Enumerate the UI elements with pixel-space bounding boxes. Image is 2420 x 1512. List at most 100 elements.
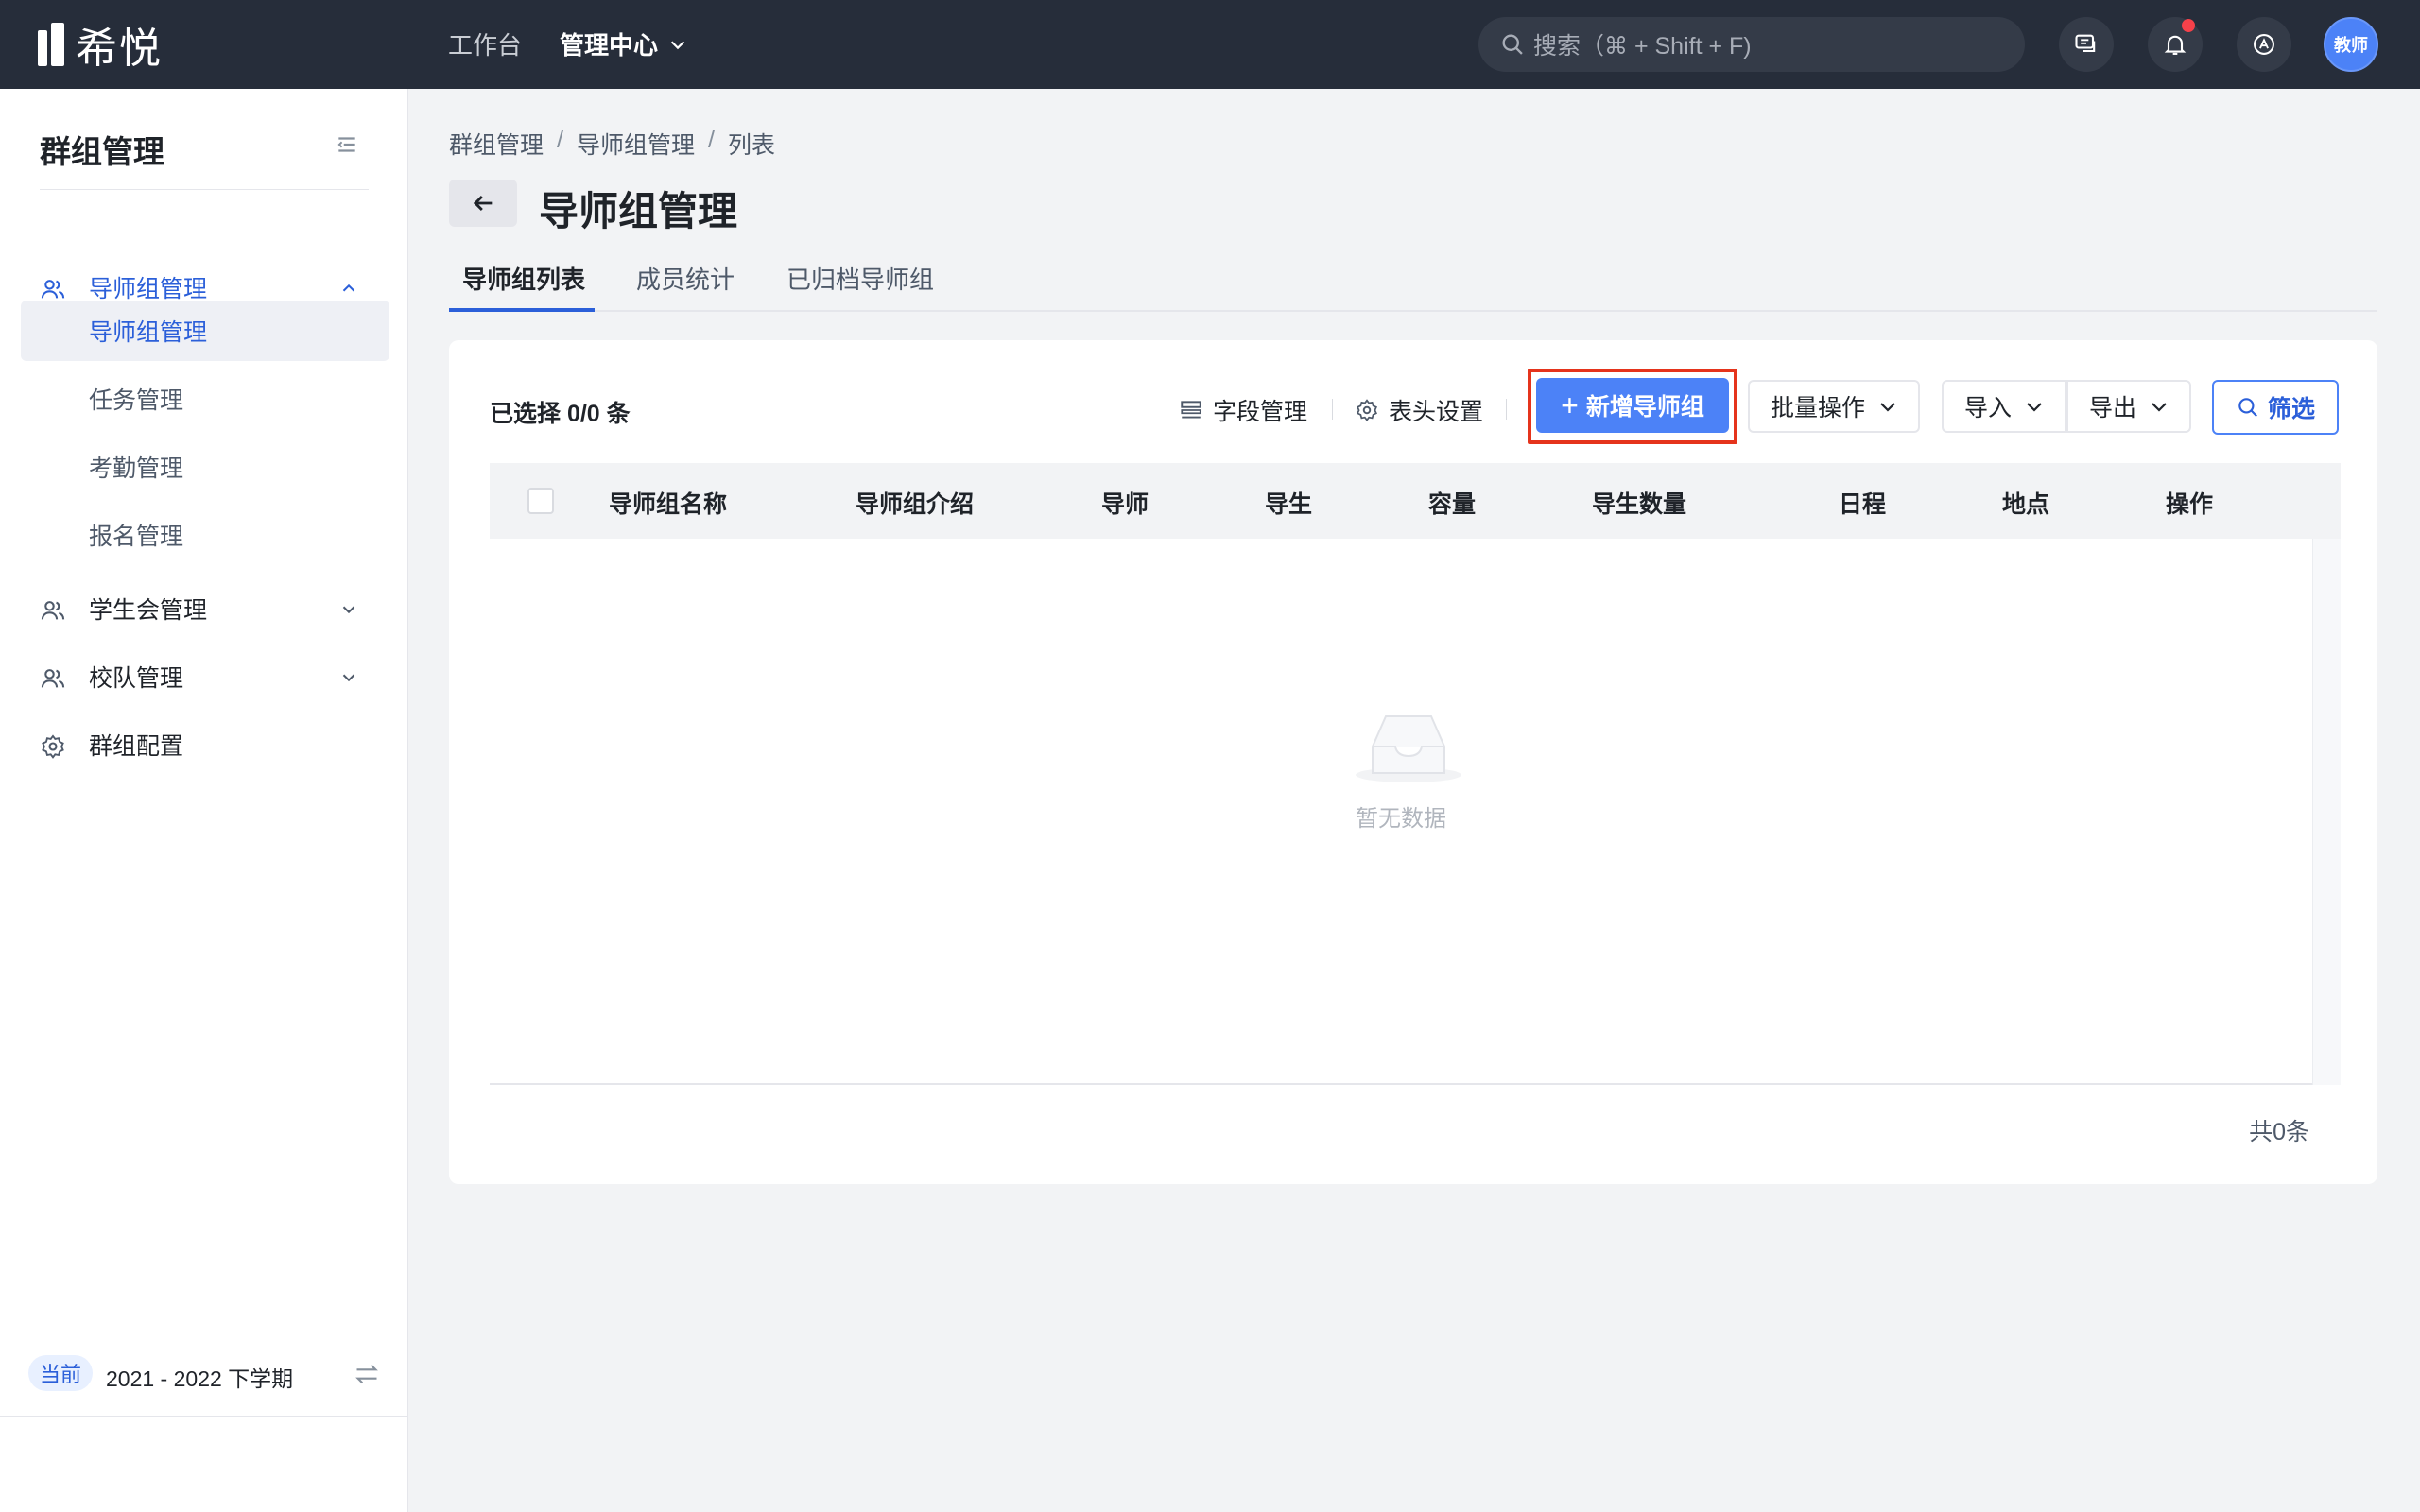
sidebar-divider <box>40 189 369 190</box>
field-management-button[interactable]: 字段管理 <box>1179 393 1307 427</box>
import-dropdown[interactable]: 导入 <box>1942 380 2067 433</box>
toolbar-divider <box>1332 399 1333 420</box>
nav-admin-center[interactable]: 管理中心 <box>560 26 688 61</box>
header-settings-button[interactable]: 表头设置 <box>1355 393 1483 427</box>
logo-mark-icon <box>38 23 66 66</box>
chevron-down-icon <box>670 40 685 49</box>
column-header-mentee-count[interactable]: 导生数量 <box>1592 486 1686 520</box>
active-tab-indicator <box>449 308 595 312</box>
plus-icon: + <box>1561 388 1579 422</box>
vertical-scrollbar[interactable] <box>2312 539 2341 1085</box>
tab-mentor-group-list[interactable]: 导师组列表 <box>462 261 585 296</box>
gear-icon <box>42 734 64 759</box>
sidebar-sub-item-mentor-group[interactable]: 导师组管理 <box>21 301 389 361</box>
app-logo[interactable]: 希悦 <box>38 21 163 72</box>
column-header-mentor[interactable]: 导师 <box>1101 486 1149 520</box>
empty-state-text: 暂无数据 <box>1356 806 1446 832</box>
breadcrumb-item-current: 列表 <box>727 132 775 159</box>
users-icon <box>41 280 65 299</box>
list-card: 已选择 0/0 条 字段管理 表头设置 + 新增导师组 批量操作 导入 导出 筛… <box>449 340 2377 1184</box>
table-header: 导师组名称 导师组介绍 导师 导生 容量 导生数量 日程 地点 操作 <box>490 463 2341 539</box>
column-header-capacity[interactable]: 容量 <box>1428 486 1476 520</box>
sidebar-item-label: 学生会管理 <box>89 597 208 624</box>
collapse-menu-icon <box>337 137 355 152</box>
column-header-group-intro[interactable]: 导师组介绍 <box>856 486 974 520</box>
notification-dot <box>2182 19 2195 32</box>
sidebar: 群组管理 导师组管理 导师组管理 任务管理 考勤管理 报名管理 学生会管理 校队… <box>0 89 408 1512</box>
current-term: 2021 - 2022 下学期 <box>106 1366 294 1391</box>
column-header-mentee[interactable]: 导生 <box>1265 486 1312 520</box>
sidebar-item-label: 校队管理 <box>89 665 184 692</box>
field-management-label: 字段管理 <box>1213 399 1308 425</box>
sidebar-footer-divider <box>0 1416 408 1417</box>
header-settings-label: 表头设置 <box>1389 399 1484 425</box>
message-icon <box>2075 34 2096 53</box>
export-label: 导出 <box>2089 395 2137 421</box>
tab-bar: 导师组列表 成员统计 已归档导师组 <box>449 255 2377 312</box>
toolbar-divider <box>1506 399 1507 420</box>
filter-label: 筛选 <box>2267 396 2315 422</box>
swap-icon <box>355 1364 378 1384</box>
sidebar-sub-item-registration[interactable]: 报名管理 <box>21 505 389 565</box>
chevron-up-icon <box>342 284 355 292</box>
tab-member-stats[interactable]: 成员统计 <box>636 261 735 296</box>
messages-button[interactable] <box>2059 17 2114 72</box>
top-bar: 希悦 工作台 管理中心 搜索（⌘ + Shift + F) 教师 <box>0 0 2420 89</box>
arrow-left-icon <box>473 196 493 211</box>
collapse-sidebar-button[interactable] <box>335 132 359 162</box>
app-switch-button[interactable] <box>2237 17 2291 72</box>
total-count: 共0条 <box>2249 1119 2309 1145</box>
chevron-down-icon <box>1880 403 1895 412</box>
sidebar-title: 群组管理 <box>40 134 164 169</box>
filter-button[interactable]: 筛选 <box>2212 380 2339 435</box>
breadcrumb: 群组管理 / 导师组管理 / 列表 <box>449 127 775 161</box>
chevron-down-icon <box>2027 403 2042 412</box>
sidebar-item-student-union[interactable]: 学生会管理 <box>0 578 408 639</box>
current-term-badge: 当前 <box>28 1355 94 1391</box>
import-label: 导入 <box>1964 395 2013 421</box>
sidebar-sub-item-attendance[interactable]: 考勤管理 <box>21 437 389 497</box>
tab-archived-groups[interactable]: 已归档导师组 <box>786 261 934 296</box>
export-dropdown[interactable]: 导出 <box>2066 380 2192 433</box>
batch-operations-label: 批量操作 <box>1771 395 1866 421</box>
notifications-button[interactable] <box>2148 17 2203 72</box>
search-icon <box>2238 398 2257 417</box>
add-mentor-group-button[interactable]: + 新增导师组 <box>1536 378 1729 433</box>
add-mentor-group-label: 新增导师组 <box>1585 394 1704 421</box>
breadcrumb-item[interactable]: 导师组管理 <box>577 127 695 161</box>
column-header-actions: 操作 <box>2166 491 2214 518</box>
sidebar-item-label: 导师组管理 <box>89 276 208 302</box>
column-header-group-name[interactable]: 导师组名称 <box>609 486 727 520</box>
empty-inbox-icon <box>1356 715 1461 782</box>
chevron-down-icon <box>342 674 355 682</box>
batch-operations-dropdown[interactable]: 批量操作 <box>1748 380 1921 433</box>
column-header-schedule[interactable]: 日程 <box>1839 486 1886 520</box>
users-icon <box>41 601 65 620</box>
breadcrumb-separator: / <box>557 127 563 153</box>
selected-count: 已选择 0/0 条 <box>490 401 631 427</box>
user-avatar[interactable]: 教师 <box>2324 17 2378 72</box>
sidebar-item-label: 群组配置 <box>89 733 184 760</box>
chevron-down-icon <box>342 606 355 614</box>
column-header-location[interactable]: 地点 <box>2002 486 2049 520</box>
nav-workbench[interactable]: 工作台 <box>448 26 522 61</box>
sidebar-item-school-team[interactable]: 校队管理 <box>0 646 408 707</box>
sidebar-sub-item-tasks[interactable]: 任务管理 <box>21 369 389 429</box>
switch-term-button[interactable] <box>354 1361 380 1392</box>
app-circle-icon <box>2254 34 2274 55</box>
logo-text: 希悦 <box>76 26 163 72</box>
breadcrumb-item[interactable]: 群组管理 <box>449 127 544 161</box>
select-all-checkbox[interactable] <box>527 488 554 514</box>
sidebar-item-group-config[interactable]: 群组配置 <box>0 714 408 775</box>
search-icon <box>1502 34 1523 55</box>
nav-admin-center-label: 管理中心 <box>560 31 659 60</box>
chevron-down-icon <box>2152 403 2167 412</box>
gear-icon <box>1357 399 1377 421</box>
back-button[interactable] <box>449 180 517 227</box>
breadcrumb-separator: / <box>707 127 715 153</box>
fields-icon <box>1181 401 1201 419</box>
table-body: 暂无数据 <box>490 539 2341 1085</box>
search-input[interactable]: 搜索（⌘ + Shift + F) <box>1478 17 2025 72</box>
search-placeholder: 搜索（⌘ + Shift + F) <box>1533 33 1752 60</box>
users-icon <box>41 669 65 688</box>
